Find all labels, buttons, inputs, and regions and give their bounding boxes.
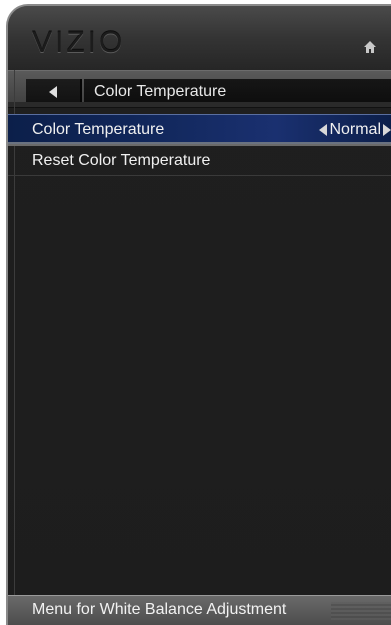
back-button[interactable] [26,79,82,105]
tv-menu-panel: VIZIO Color Temperature Color Temperatur… [6,4,391,625]
menu-item-label: Reset Color Temperature [32,152,211,169]
page-title: Color Temperature [84,79,391,105]
breadcrumb-bar: Color Temperature [8,70,391,108]
menu-item-reset-color-temperature[interactable]: Reset Color Temperature [8,146,391,176]
menu-header: VIZIO [8,6,391,70]
arrow-right-icon[interactable] [383,124,391,136]
home-icon[interactable] [363,40,377,54]
menu-item-color-temperature[interactable]: Color Temperature Normal [8,114,391,144]
arrow-left-icon[interactable] [319,124,328,136]
color-temperature-value: Normal [329,121,381,138]
menu-item-label: Color Temperature [32,121,165,138]
color-temperature-selector[interactable]: Normal [319,115,391,145]
back-triangle-icon [49,86,57,98]
vizio-logo: VIZIO [32,26,126,59]
menu-list: Color Temperature Normal Reset Color Tem… [8,114,391,176]
status-help-bar: Menu for White Balance Adjustment [8,595,391,625]
